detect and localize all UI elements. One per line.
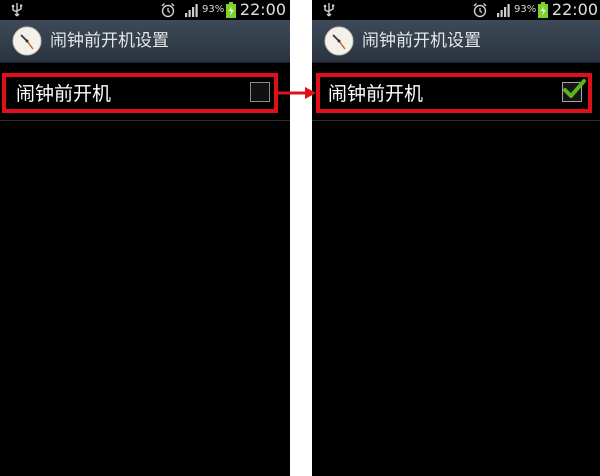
signal-icon: [185, 4, 198, 17]
phone-screen-after: 93% 22:00 闹钟前开机设置 闹钟前开机: [312, 0, 600, 476]
page-title: 闹钟前开机设置: [50, 31, 169, 51]
row-divider: [0, 120, 290, 121]
battery-icon: [538, 2, 548, 18]
signal-icon: [497, 4, 510, 17]
highlight-box-before: [2, 73, 278, 113]
status-bar: 93% 22:00: [0, 0, 290, 20]
battery-percentage: 93%: [514, 4, 537, 15]
page-title: 闹钟前开机设置: [362, 31, 481, 51]
status-clock: 22:00: [239, 0, 286, 19]
clock-app-icon: [324, 26, 354, 56]
title-bar: 闹钟前开机设置: [312, 20, 600, 63]
usb-icon: [11, 3, 23, 17]
row-divider: [312, 120, 600, 121]
battery-percentage: 93%: [202, 4, 225, 15]
battery-icon: [226, 2, 236, 18]
title-bar: 闹钟前开机设置: [0, 20, 290, 63]
alarm-icon: [161, 3, 175, 18]
usb-icon: [323, 3, 335, 17]
alarm-icon: [473, 3, 487, 18]
status-clock: 22:00: [551, 0, 598, 19]
phone-screen-before: 93% 22:00 闹钟前开机设置 闹钟前开机: [0, 0, 290, 476]
highlight-box-after: [316, 73, 592, 113]
arrow-icon: [277, 87, 316, 99]
clock-app-icon: [12, 26, 42, 56]
status-bar: 93% 22:00: [312, 0, 600, 20]
